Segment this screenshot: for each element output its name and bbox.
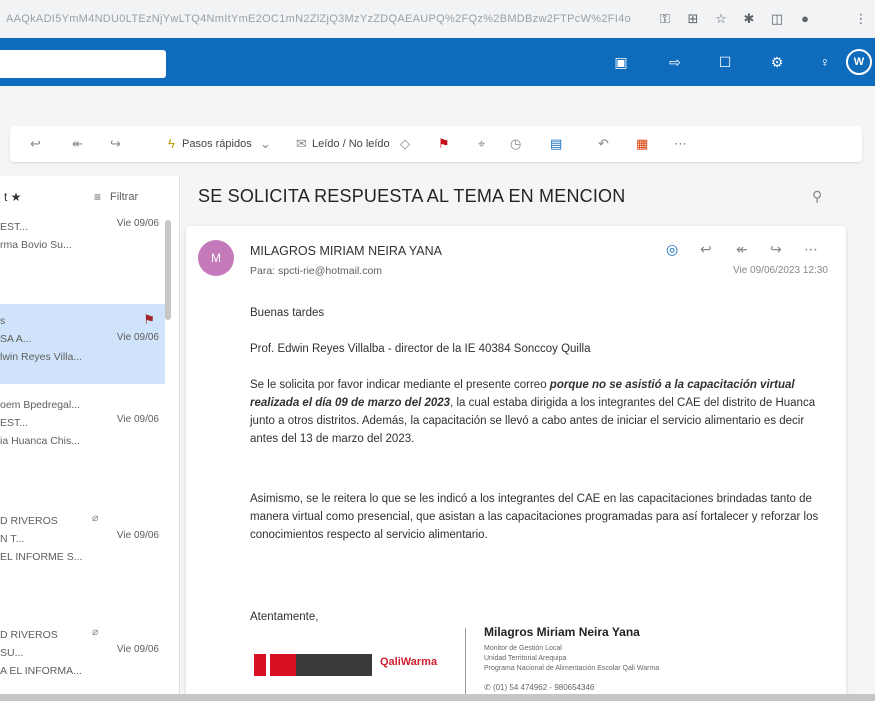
quick-steps-button[interactable]: Pasos rápidos [182, 135, 252, 153]
signature-unit: Unidad Territorial Arequipa [484, 655, 567, 662]
split-icon[interactable]: ◫ [768, 10, 786, 28]
pin-icon[interactable]: ⌖ [478, 135, 485, 153]
signature-divider [465, 628, 466, 696]
flag-icon[interactable]: ⚑ [143, 312, 155, 328]
list-item-preview: rma Bovio Su... [0, 239, 72, 251]
clock-icon[interactable]: ◷ [510, 135, 521, 153]
read-unread-button[interactable]: Leído / No leído [312, 135, 390, 153]
list-item-preview: lwin Reyes Villa... [0, 351, 83, 363]
greeting: Buenas tardes [250, 307, 325, 319]
list-item-date: Vie 09/06 [116, 332, 159, 343]
list-item[interactable]: D RIVEROS ⌀ N T... Vie 09/06 EL INFORME … [0, 512, 165, 574]
paragraph-1: Se le solicita por favor indicar mediant… [250, 376, 830, 448]
peru-government-logo [254, 654, 372, 676]
list-item-selected[interactable]: s ⚑ SA A... Vie 09/06 lwin Reyes Villa..… [0, 304, 165, 384]
list-item-sender: D RIVEROS [0, 629, 58, 641]
peru-badge-icon [270, 654, 296, 676]
list-item-sender: s [0, 315, 6, 327]
browser-address-bar: AAQkADI5YmM4NDU0LTEzNjYwLTQ4NmItYmE2OC1m… [0, 0, 875, 38]
copilot-icon[interactable]: ◎ [666, 241, 678, 258]
teams-icon[interactable]: ⇨ [664, 51, 686, 73]
forward-icon[interactable]: ↪ [770, 241, 782, 258]
list-item[interactable]: D RIVEROS ⌀ SU... Vie 09/06 A EL INFORMA… [0, 626, 165, 688]
phone-icon: ✆ [484, 683, 493, 692]
list-item-sender: D RIVEROS [0, 515, 58, 527]
undo-icon[interactable]: ↶ [598, 135, 609, 153]
chevron-down-icon[interactable]: ⌄ [260, 135, 271, 153]
list-item[interactable]: oem Bpedregal... EST... Vie 09/06 ia Hua… [0, 396, 165, 462]
more-options-icon[interactable]: ⋯ [804, 241, 818, 258]
list-item-date: Vie 09/06 [116, 414, 159, 425]
star-icon[interactable]: ☆ [712, 10, 730, 28]
flag-icon[interactable]: ⚑ [438, 135, 450, 153]
list-item-sender: oem Bpedregal... [0, 399, 80, 411]
sender-name[interactable]: MILAGROS MIRIAM NEIRA YANA [250, 244, 442, 258]
reply-icon[interactable]: ↩ [30, 135, 41, 153]
list-item-date: Vie 09/06 [116, 530, 159, 541]
filter-button[interactable]: Filtrar [110, 191, 138, 203]
more-options-icon[interactable]: ⋯ [674, 135, 687, 153]
account-avatar[interactable]: W [846, 49, 872, 75]
message-subject: SE SOLICITA RESPUESTA AL TEMA EN MENCION [198, 186, 626, 206]
extensions-icon[interactable]: ✱ [740, 10, 758, 28]
horizontal-scrollbar[interactable] [0, 694, 875, 701]
message-date: Vie 09/06/2023 12:30 [733, 265, 828, 276]
forward-icon[interactable]: ↪ [110, 135, 121, 153]
url-text[interactable]: AAQkADI5YmM4NDU0LTEzNjYwLTQ4NmItYmE2OC1m… [6, 13, 631, 25]
apps-icon[interactable]: ▦ [636, 135, 648, 153]
list-item-date: Vie 09/06 [116, 218, 159, 229]
signature-name: Milagros Miriam Neira Yana [484, 625, 640, 639]
signature-phone-text: (01) 54 474962 - 980654346 [492, 683, 595, 692]
ministry-banner-icon [296, 654, 372, 676]
reply-all-icon[interactable]: ↞ [736, 241, 748, 258]
list-item-preview: ia Huanca Chis... [0, 435, 80, 447]
search-input[interactable] [0, 50, 166, 78]
flag-stripe-icon [254, 654, 266, 676]
zoom-icon[interactable]: ⚲ [812, 188, 822, 205]
paragraph-2: Asimismo, se le reitera lo que se les in… [250, 493, 819, 541]
sender-avatar[interactable]: M [198, 240, 234, 276]
list-item-preview: A EL INFORMA... [0, 665, 82, 677]
p1-text-a: Se le solicita por favor indicar mediant… [250, 379, 550, 391]
list-scrollbar[interactable] [165, 220, 171, 320]
lightning-icon: ϟ [168, 136, 175, 151]
attachment-icon: ⌀ [92, 626, 99, 638]
filter-icon[interactable]: ≡ [94, 190, 101, 204]
envelope-open-icon: ✉ [296, 136, 307, 151]
signature-phone: ✆ (01) 54 474962 - 980654346 [484, 683, 594, 692]
move-icon[interactable]: ▤ [550, 135, 562, 153]
profile-icon[interactable]: ● [796, 10, 814, 28]
recipient-line: Para: spcti-rie@hotmail.com [250, 265, 383, 277]
meet-icon[interactable]: ▣ [610, 51, 632, 73]
translate-icon[interactable]: ⊞ [684, 10, 702, 28]
reply-icon[interactable]: ↩ [700, 241, 712, 258]
attachment-icon: ⌀ [92, 512, 99, 524]
tips-icon[interactable]: ♀ [814, 51, 836, 73]
notes-icon[interactable]: ☐ [714, 51, 736, 73]
key-icon[interactable]: ⚿ [656, 10, 674, 28]
closing-text: Atentamente, [250, 611, 319, 623]
focused-star-icon[interactable]: t ★ [4, 190, 21, 204]
command-toolbar: ↩ ↞ ↪ ϟ Pasos rápidos ⌄ ✉ Leído / No leí… [10, 126, 862, 162]
list-item[interactable]: EST... Vie 09/06 rma Bovio Su... [0, 218, 165, 278]
signature-role: Monitor de Gestión Local [484, 645, 562, 652]
list-item-sender: EST... [0, 221, 29, 233]
addressee-line: Prof. Edwin Reyes Villalba - director de… [250, 343, 591, 355]
more-icon[interactable]: ⋮ [852, 10, 870, 28]
tag-icon[interactable]: ◇ [400, 135, 410, 153]
list-item-date: Vie 09/06 [116, 644, 159, 655]
list-header: t ★ ≡ Filtrar [0, 188, 180, 212]
qaliwarma-logo: QaliWarma [380, 656, 438, 668]
list-item-preview: EL INFORME S... [0, 551, 83, 563]
settings-icon[interactable]: ⚙ [766, 51, 788, 73]
reply-all-icon[interactable]: ↞ [72, 135, 83, 153]
signature-program: Programa Nacional de Alimentación Escola… [484, 665, 660, 672]
